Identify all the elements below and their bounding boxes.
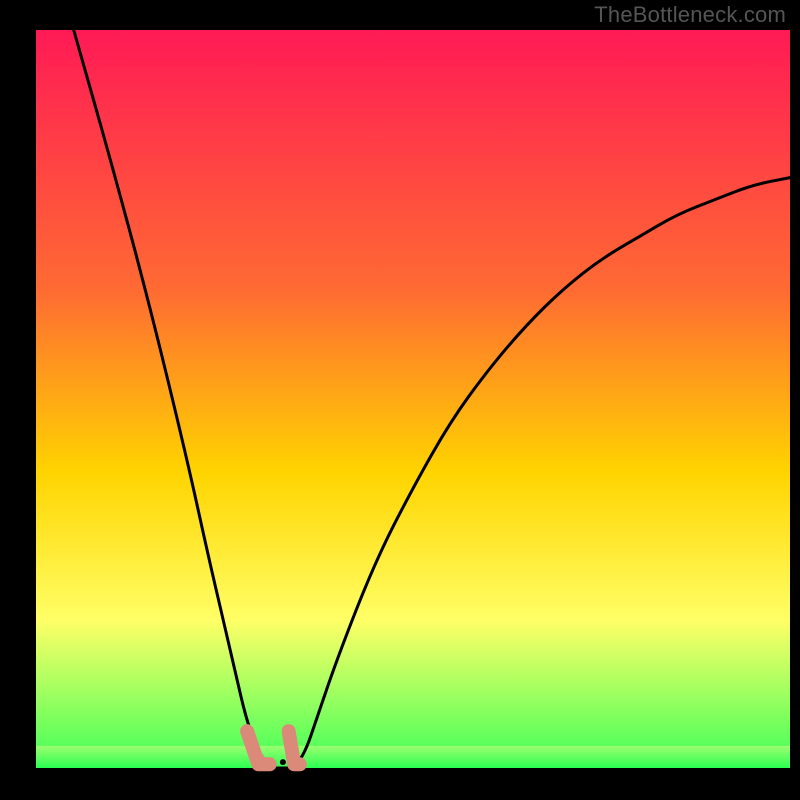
watermark-text: TheBottleneck.com: [594, 2, 786, 28]
trough-dot: [280, 759, 286, 765]
optimal-band: [36, 746, 790, 768]
chart-svg: [0, 0, 800, 800]
plot-background: [36, 30, 790, 768]
bottleneck-chart: TheBottleneck.com: [0, 0, 800, 800]
